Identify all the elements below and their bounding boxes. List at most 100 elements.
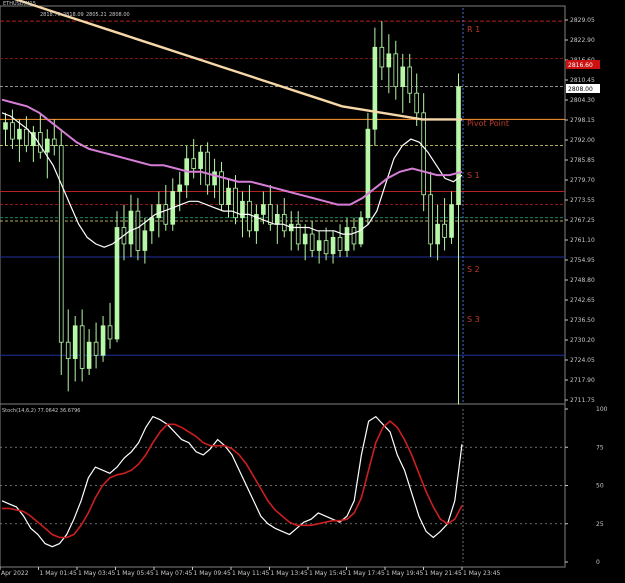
candle-body <box>449 204 454 238</box>
candle-body <box>351 227 357 245</box>
candle-body <box>393 53 399 88</box>
price-tick-label: 2785.85 <box>570 157 595 164</box>
candle-body <box>107 325 113 340</box>
price-tick-label: 2829.05 <box>570 17 595 24</box>
price-chart: 2829.05 2822.90 2816.60 2810.45 2804.30 2798.… <box>0 0 625 579</box>
price-tick-label: 2754.95 <box>570 257 595 264</box>
time-tick-label: 1 May 17:45 <box>348 570 386 577</box>
candle-body <box>316 240 322 251</box>
stoch-tick-label: 75 <box>596 444 604 451</box>
time-tick-label: 1 May 01:45 <box>40 570 78 577</box>
time-tick-label: 1 May 07:45 <box>155 570 193 577</box>
price-tick-label: 2804.30 <box>570 97 595 104</box>
price-tick-label: 2779.70 <box>570 177 595 184</box>
candle-body <box>3 122 8 130</box>
candle-body <box>163 204 169 225</box>
candle-body <box>142 230 148 251</box>
price-tick-label: 2773.55 <box>570 197 595 204</box>
candle-body <box>226 187 231 205</box>
candle-body <box>302 233 308 245</box>
time-tick-label: 1 May 09:45 <box>194 570 232 577</box>
candle-body <box>379 46 385 68</box>
ohlc-low: 2805.21 <box>86 12 107 18</box>
price-tick-label: 2792.00 <box>570 137 595 144</box>
time-tick-label: Apr 2022 <box>1 570 29 577</box>
price-tick-label: 2767.25 <box>570 217 595 224</box>
level-label-s2: S 2 <box>467 265 480 274</box>
candle-body <box>240 200 245 219</box>
stoch-indicator-label: Stoch(14,6,2) 77.0642 36.6796 <box>2 408 80 414</box>
candle-body <box>323 240 329 255</box>
ohlc-high: 2818.09 <box>63 12 84 18</box>
candle-body <box>442 223 447 238</box>
window-title: ETHUSD,M15 <box>3 1 36 7</box>
stoch-tick-label: 25 <box>596 521 604 528</box>
level-label-s1: S 1 <box>467 171 480 180</box>
red-price-label: 2816.60 <box>568 62 593 69</box>
candle-body <box>281 214 287 232</box>
candle-body <box>337 236 343 251</box>
time-tick-label: 1 May 11:45 <box>232 570 270 577</box>
ohlc-open: 2818.70 <box>40 12 61 18</box>
time-tick-label: 1 May 15:45 <box>309 570 347 577</box>
chart-root: 2829.05 2822.90 2816.60 2810.45 2804.30 2798.… <box>0 0 625 579</box>
candle-body <box>205 151 210 186</box>
candle-body <box>428 194 433 245</box>
candle-body <box>330 236 336 255</box>
candle-body <box>365 128 371 219</box>
candle-body <box>309 233 315 251</box>
candle-body <box>58 145 64 343</box>
candle-body <box>386 53 392 68</box>
price-tick-label: 2798.15 <box>570 117 595 124</box>
current-price-label: 2808.00 <box>568 86 593 93</box>
candle-body <box>212 171 217 186</box>
candle-body <box>65 341 71 359</box>
price-tick-label: 2711.75 <box>570 397 595 404</box>
candle-body <box>400 66 406 88</box>
candle-body <box>51 138 57 147</box>
stoch-tick-label: 50 <box>596 483 604 490</box>
candle-body <box>86 341 92 369</box>
level-label-s3: S 3 <box>467 315 480 324</box>
candle-body <box>100 325 106 356</box>
time-tick-label: 1 May 19:45 <box>386 570 424 577</box>
candle-body <box>274 214 280 225</box>
level-label-r1: R 1 <box>467 25 480 34</box>
candle-body <box>372 46 378 130</box>
candle-body <box>79 325 85 369</box>
candle-body <box>17 128 22 140</box>
candle-body <box>261 204 266 215</box>
candle-body <box>247 200 252 232</box>
candle-body <box>435 223 440 245</box>
price-tick-label: 2810.45 <box>570 77 595 84</box>
level-label-pivot: Pivot Point <box>467 119 509 128</box>
candle-body <box>24 128 29 147</box>
candle-body <box>156 204 162 219</box>
candle-body <box>10 122 15 140</box>
stoch-tick-label: 100 <box>596 406 608 413</box>
price-tick-label: 2730.20 <box>570 337 595 344</box>
candle-body <box>414 92 420 114</box>
time-tick-label: 1 May 13:45 <box>271 570 309 577</box>
candle-body <box>421 112 426 196</box>
candle-body <box>149 217 155 232</box>
price-tick-label: 2822.90 <box>570 37 595 44</box>
candle-body <box>191 158 196 169</box>
candle-body <box>268 204 273 225</box>
candle-body <box>44 138 50 153</box>
price-tick-label: 2724.05 <box>570 357 595 364</box>
time-tick-label: 1 May 03:45 <box>78 570 116 577</box>
price-tick-label: 2736.50 <box>570 317 595 324</box>
candle-body <box>407 66 413 94</box>
candle-body <box>93 341 99 356</box>
time-tick-label: 1 May 05:45 <box>117 570 155 577</box>
price-tick-label: 2717.90 <box>570 377 595 384</box>
candle-body <box>198 151 203 169</box>
price-tick-label: 2748.80 <box>570 277 595 284</box>
time-tick-label: 1 May 23:45 <box>463 570 501 577</box>
candle-body <box>72 325 78 359</box>
price-tick-label: 2761.10 <box>570 237 595 244</box>
candle-body <box>128 210 134 245</box>
stoch-tick-label: 0 <box>596 559 600 566</box>
price-tick-label: 2742.65 <box>570 297 595 304</box>
